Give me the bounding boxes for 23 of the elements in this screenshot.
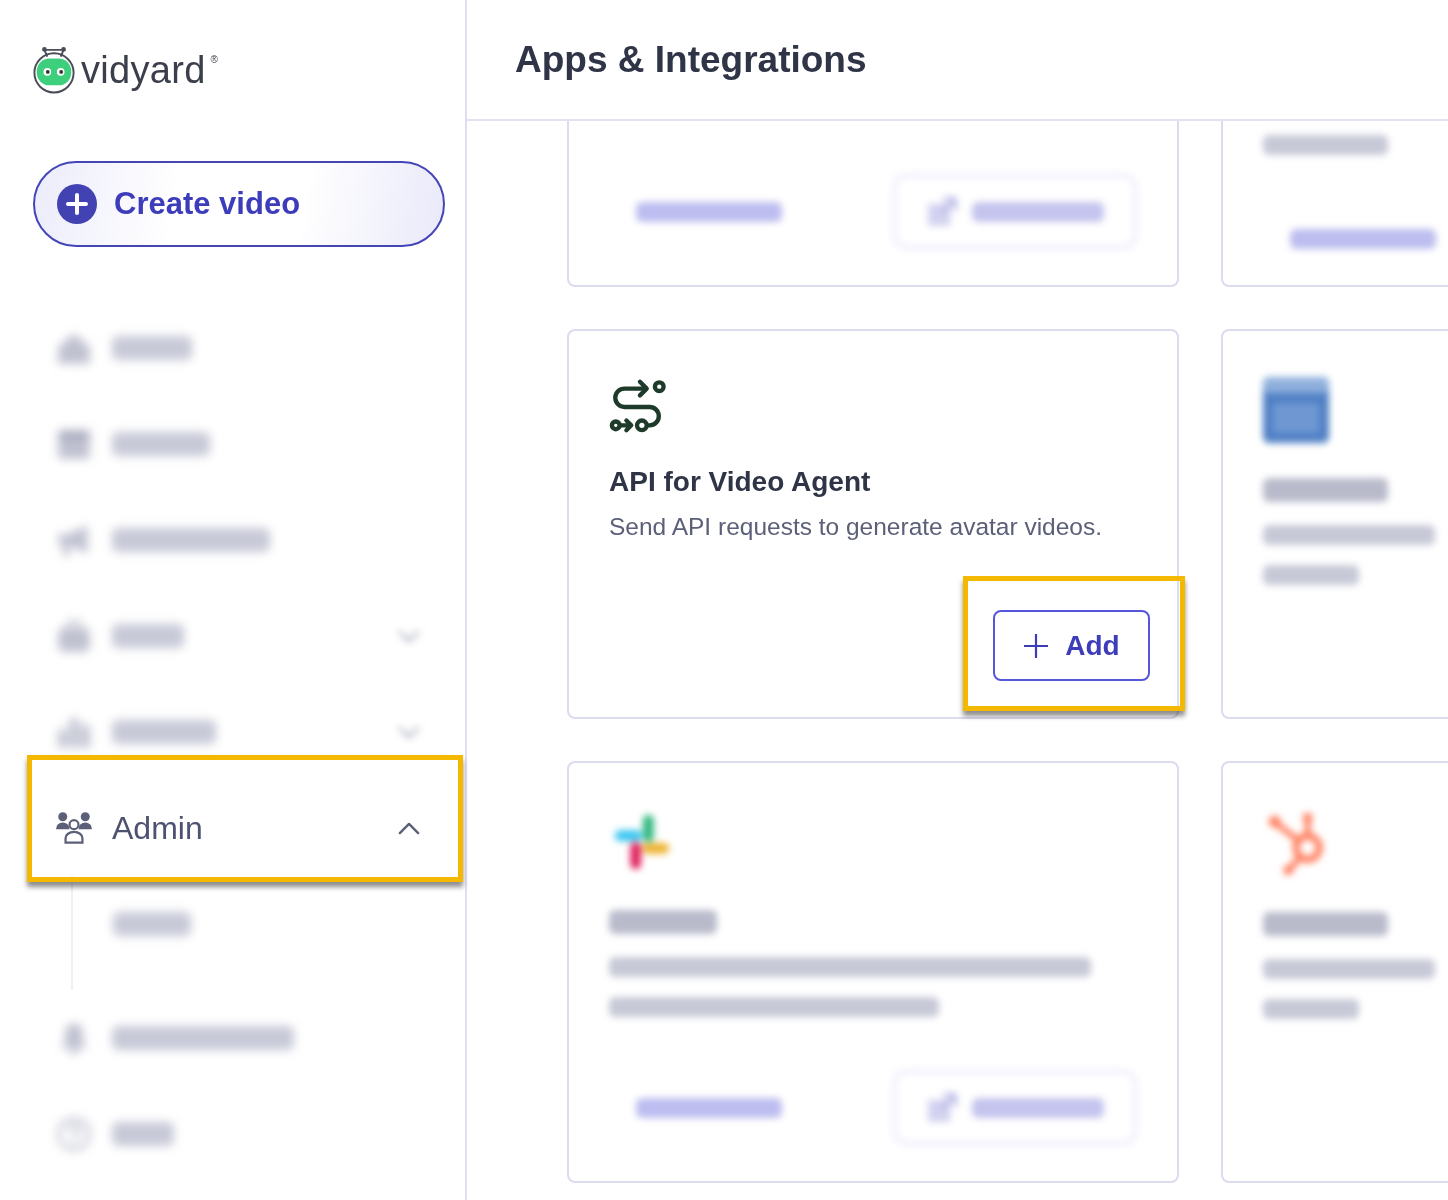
- plus-circle-icon: [57, 184, 97, 224]
- page-title: Apps & Integrations: [515, 38, 867, 81]
- route-icon: [609, 377, 667, 435]
- redacted-link[interactable]: [636, 201, 782, 222]
- people-icon: [56, 810, 92, 846]
- redacted-bar: [112, 624, 184, 648]
- plus-icon: [1023, 632, 1050, 659]
- card-description: Send API requests to generate avatar videos.: [609, 512, 1103, 542]
- redacted-link[interactable]: [636, 1097, 782, 1118]
- question-circle-icon: [56, 1116, 92, 1152]
- add-button[interactable]: Add: [993, 610, 1150, 681]
- nav-item[interactable]: Admin: [32, 780, 445, 876]
- briefcase-icon: [56, 618, 92, 654]
- external-link-icon: [926, 195, 958, 228]
- external-link-icon: [926, 1091, 958, 1124]
- square-tile-icon: [1263, 377, 1329, 443]
- create-video-button[interactable]: Create video: [33, 161, 445, 247]
- card-title: API for Video Agent: [609, 465, 871, 499]
- redacted-bar: [112, 1122, 174, 1146]
- robot-icon: [32, 46, 76, 94]
- registered-mark: ®: [210, 55, 218, 65]
- logo-wordmark: vidyard: [81, 51, 206, 89]
- redacted-link[interactable]: [1290, 229, 1436, 249]
